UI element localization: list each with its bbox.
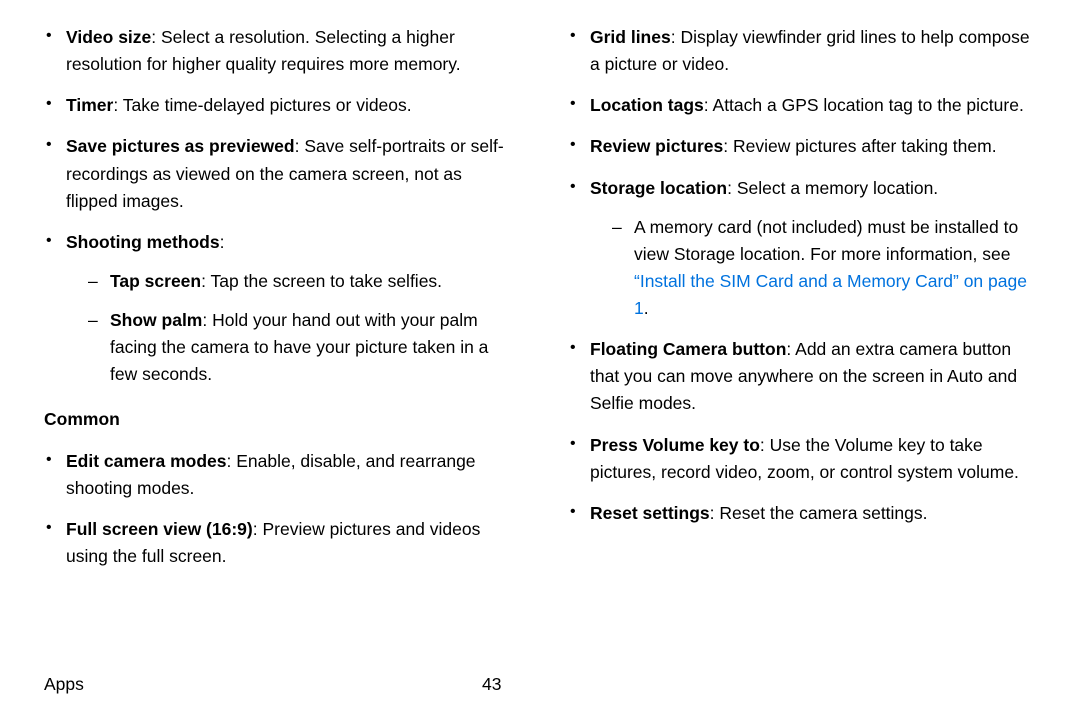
item-desc: : Attach a GPS location tag to the pictu… [704,95,1024,115]
cross-reference-link[interactable]: “Install the SIM Card and a Memory Card”… [634,271,1027,318]
item-label: Location tags [590,95,704,115]
sub-list-item: Show palm: Hold your hand out with your … [88,307,512,388]
list-item: Shooting methods: Tap screen: Tap the sc… [44,229,512,389]
list-item: Floating Camera button: Add an extra cam… [568,336,1036,417]
right-column: Grid lines: Display viewfinder grid line… [568,24,1036,584]
sub-list-item: A memory card (not included) must be ins… [612,214,1036,323]
list-item: Grid lines: Display viewfinder grid line… [568,24,1036,78]
item-desc: : Tap the screen to take selfies. [201,271,442,291]
sub-list-item: Tap screen: Tap the screen to take selfi… [88,268,512,295]
item-label: Storage location [590,178,727,198]
manual-page: { "left": { "items": [ { "label": "Video… [0,0,1080,720]
item-label: Press Volume key to [590,435,760,455]
item-desc: : Reset the camera settings. [710,503,928,523]
left-column: Video size: Select a resolution. Selecti… [44,24,512,584]
item-label: Video size [66,27,151,47]
storage-note-pre: A memory card (not included) must be ins… [634,217,1018,264]
list-item: Reset settings: Reset the camera setting… [568,500,1036,527]
item-desc: : Select a memory location. [727,178,938,198]
list-item: Review pictures: Review pictures after t… [568,133,1036,160]
item-label: Reset settings [590,503,710,523]
item-label: Grid lines [590,27,671,47]
item-label: Full screen view (16:9) [66,519,253,539]
list-item: Full screen view (16:9): Preview picture… [44,516,512,570]
storage-note-post: . [644,298,649,318]
item-desc: : Take time-delayed pictures or videos. [113,95,411,115]
item-label: Review pictures [590,136,723,156]
item-desc: : [220,232,225,252]
list-item: Press Volume key to: Use the Volume key … [568,432,1036,486]
item-label: Tap screen [110,271,201,291]
list-item: Save pictures as previewed: Save self-po… [44,133,512,214]
item-label: Show palm [110,310,202,330]
footer-section-label: Apps [44,671,84,698]
list-item: Location tags: Attach a GPS location tag… [568,92,1036,119]
list-item: Video size: Select a resolution. Selecti… [44,24,512,78]
item-label: Timer [66,95,113,115]
page-footer: Apps 43 [44,671,1036,698]
list-item: Edit camera modes: Enable, disable, and … [44,448,512,502]
item-label: Edit camera modes [66,451,226,471]
list-item: Timer: Take time-delayed pictures or vid… [44,92,512,119]
item-label: Floating Camera button [590,339,786,359]
item-label: Save pictures as previewed [66,136,295,156]
footer-page-number: 43 [482,671,501,698]
list-item: Storage location: Select a memory locati… [568,175,1036,323]
item-label: Shooting methods [66,232,220,252]
item-desc: : Review pictures after taking them. [723,136,996,156]
section-heading-common: Common [44,406,512,433]
